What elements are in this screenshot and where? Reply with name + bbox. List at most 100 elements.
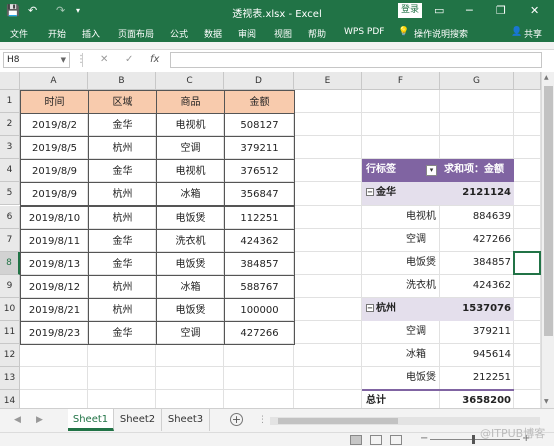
column-header[interactable]: C	[156, 72, 224, 90]
table-cell[interactable]: 2019/8/2	[20, 113, 89, 138]
tell-me-search[interactable]: 操作说明搜索	[414, 27, 468, 40]
table-cell[interactable]: 384857	[224, 251, 295, 276]
zoom-slider-handle[interactable]	[472, 435, 475, 444]
pivot-item-label[interactable]: 电饭煲	[406, 367, 436, 389]
sheet-tab-sheet2[interactable]: Sheet2	[114, 409, 162, 431]
table-cell[interactable]: 2019/8/9	[20, 182, 89, 207]
table-cell[interactable]: 金华	[88, 113, 157, 138]
vertical-scrollbar[interactable]: ▲ ▼	[541, 72, 554, 408]
tab-wps-pdf[interactable]: WPS PDF	[344, 27, 384, 37]
ribbon-display-icon[interactable]: ▭	[434, 4, 444, 18]
restore-icon[interactable]: ❐	[496, 4, 506, 18]
table-cell[interactable]: 376512	[224, 159, 295, 184]
cancel-icon[interactable]: ✕	[100, 54, 108, 65]
table-cell[interactable]: 424362	[224, 228, 295, 253]
table-cell[interactable]: 金华	[88, 321, 157, 346]
table-cell[interactable]: 电饭煲	[156, 205, 225, 230]
pivot-item-label[interactable]: 电视机	[406, 206, 436, 228]
table-cell[interactable]: 100000	[224, 297, 295, 322]
table-cell[interactable]: 2019/8/13	[20, 251, 89, 276]
table-cell[interactable]: 2019/8/23	[20, 321, 89, 346]
add-sheet-button[interactable]: +	[230, 413, 243, 426]
table-header-cell[interactable]: 金额	[224, 90, 295, 115]
table-cell[interactable]: 金华	[88, 159, 157, 184]
tab-insert[interactable]: 插入	[82, 27, 100, 40]
table-cell[interactable]: 电视机	[156, 159, 225, 184]
row-header[interactable]: 13	[0, 367, 20, 391]
name-box[interactable]: H8 ▼	[3, 52, 70, 68]
scrollbar-thumb[interactable]	[544, 86, 553, 336]
tab-formulas[interactable]: 公式	[170, 27, 188, 40]
row-header[interactable]: 1	[0, 90, 20, 114]
scroll-up-icon[interactable]: ▲	[544, 74, 549, 81]
sheet-tab-sheet1[interactable]: Sheet1	[68, 409, 114, 431]
pivot-group-label[interactable]: − 金华	[366, 182, 396, 204]
column-header[interactable]: G	[440, 72, 514, 90]
tab-file[interactable]: 文件	[10, 27, 28, 40]
table-cell[interactable]: 508127	[224, 113, 295, 138]
table-cell[interactable]: 杭州	[88, 205, 157, 230]
column-header[interactable]: D	[224, 72, 294, 90]
pivot-item-label[interactable]: 冰箱	[406, 344, 426, 366]
table-cell[interactable]: 112251	[224, 205, 295, 230]
scroll-down-icon[interactable]: ▼	[544, 398, 549, 405]
column-header[interactable]	[514, 72, 541, 90]
scrollbar-thumb[interactable]	[278, 418, 398, 424]
formula-input[interactable]	[170, 52, 542, 68]
collapse-icon[interactable]: −	[366, 303, 374, 312]
column-header[interactable]: B	[88, 72, 156, 90]
row-header[interactable]: 2	[0, 113, 20, 137]
tab-view[interactable]: 视图	[274, 27, 292, 40]
row-header[interactable]: 6	[0, 205, 20, 229]
zoom-out-icon[interactable]: −	[420, 433, 428, 444]
row-header[interactable]: 8	[0, 251, 20, 275]
enter-icon[interactable]: ✓	[125, 54, 133, 65]
pivot-item-label[interactable]: 空调	[406, 321, 426, 343]
pivot-item-label[interactable]: 电饭煲	[406, 252, 436, 274]
horizontal-scrollbar[interactable]	[270, 417, 540, 425]
insert-function-icon[interactable]: fx	[150, 54, 159, 65]
row-header[interactable]: 3	[0, 136, 20, 160]
table-cell[interactable]: 2019/8/10	[20, 205, 89, 230]
table-header-cell[interactable]: 商品	[156, 90, 225, 115]
table-header-cell[interactable]: 时间	[20, 90, 89, 115]
minimize-icon[interactable]: ─	[466, 4, 473, 18]
row-header[interactable]: 11	[0, 321, 20, 345]
table-cell[interactable]: 杭州	[88, 297, 157, 322]
worksheet-grid[interactable]: ABCDEFG 1 2 3 4 5 6 7 8 9 10 11 12 13 14 时间 区域 商品 金额 2019…	[0, 72, 554, 408]
tab-review[interactable]: 审阅	[238, 27, 256, 40]
table-cell[interactable]: 冰箱	[156, 182, 225, 207]
table-cell[interactable]: 杭州	[88, 136, 157, 161]
next-sheet-icon[interactable]: ▶	[36, 415, 43, 425]
column-header[interactable]: A	[20, 72, 88, 90]
tab-help[interactable]: 帮助	[308, 27, 326, 40]
table-cell[interactable]: 电视机	[156, 113, 225, 138]
normal-view-icon[interactable]	[350, 435, 362, 445]
sheet-tab-sheet3[interactable]: Sheet3	[162, 409, 210, 431]
row-header[interactable]: 9	[0, 274, 20, 298]
prev-sheet-icon[interactable]: ◀	[14, 415, 21, 425]
row-header[interactable]: 5	[0, 182, 20, 206]
table-cell[interactable]: 2019/8/21	[20, 297, 89, 322]
row-header[interactable]: 14	[0, 390, 20, 408]
row-header[interactable]: 7	[0, 228, 20, 252]
pivot-item-label[interactable]: 洗衣机	[406, 275, 436, 297]
table-cell[interactable]: 金华	[88, 228, 157, 253]
column-header[interactable]: F	[362, 72, 440, 90]
table-cell[interactable]: 杭州	[88, 274, 157, 299]
table-cell[interactable]: 2019/8/5	[20, 136, 89, 161]
table-cell[interactable]: 杭州	[88, 182, 157, 207]
row-header[interactable]: 10	[0, 297, 20, 321]
table-cell[interactable]: 电饭煲	[156, 251, 225, 276]
table-cell[interactable]: 金华	[88, 251, 157, 276]
table-cell[interactable]: 427266	[224, 321, 295, 346]
column-header[interactable]: E	[294, 72, 362, 90]
row-header[interactable]: 4	[0, 159, 20, 183]
login-button[interactable]: 登录	[398, 3, 422, 18]
share-button[interactable]: 共享	[524, 27, 542, 40]
table-cell[interactable]: 379211	[224, 136, 295, 161]
selected-cell[interactable]	[513, 250, 541, 275]
table-cell[interactable]: 空调	[156, 136, 225, 161]
collapse-icon[interactable]: −	[366, 188, 374, 197]
chevron-down-icon[interactable]: ▼	[61, 53, 66, 67]
